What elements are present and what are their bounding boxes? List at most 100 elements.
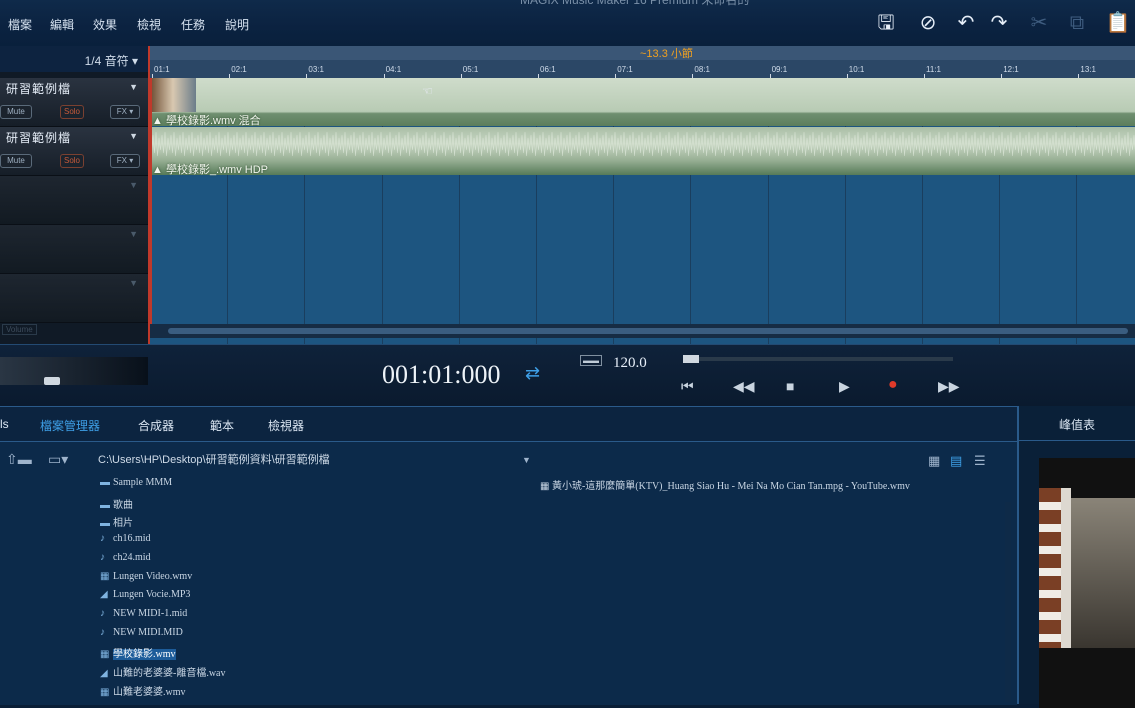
menu-edit[interactable]: 編輯: [50, 16, 74, 33]
list-view-icon[interactable]: ▤: [950, 453, 962, 469]
preview-background: [1071, 498, 1135, 648]
list-item[interactable]: ▦ 山難老婆婆.wmv: [100, 683, 186, 698]
tab-synthesizer[interactable]: 合成器: [138, 417, 174, 434]
list-item[interactable]: ♪ ch16.mid: [100, 533, 151, 544]
list-item[interactable]: ♪ NEW MIDI-1.mid: [100, 608, 187, 619]
tab-viewer[interactable]: 檢視器: [268, 417, 304, 434]
menu-view[interactable]: 檢視: [137, 16, 161, 33]
menu-effects[interactable]: 效果: [93, 16, 117, 33]
record-icon[interactable]: ⊘: [915, 10, 941, 36]
scroll-thumb[interactable]: [168, 328, 1128, 334]
volume-slider[interactable]: [0, 357, 148, 385]
file-name: NEW MIDI.MID: [113, 626, 183, 638]
playhead[interactable]: [150, 78, 152, 324]
chevron-down-icon[interactable]: ▼: [129, 180, 138, 190]
chevron-down-icon[interactable]: ▼: [522, 455, 531, 465]
transport-bar: 001:01:000 ⇄ ▬▬ 120.0 ⏮ ◀◀ ■ ▶ ● ▶▶: [0, 344, 1135, 407]
metronome-icon[interactable]: ▬▬: [580, 355, 602, 366]
video-file-icon: ▦: [100, 686, 110, 698]
timeline-ruler[interactable]: ~13.3 小節 01:1 02:1 03:1 04:1 05:1 06:1 07:1 08:…: [150, 46, 1135, 79]
track-header-5[interactable]: ▼: [0, 274, 148, 323]
list-item[interactable]: ▦ 黃小琥-這那麼簡單(KTV)_Huang Siao Hu - Mei Na …: [540, 477, 910, 492]
fx-button[interactable]: FX ▾: [110, 154, 140, 168]
go-to-start-button[interactable]: ⏮: [681, 378, 694, 395]
volume-slider-thumb[interactable]: [44, 377, 60, 385]
file-name: Sample MMM: [113, 477, 173, 488]
solo-button[interactable]: Solo: [60, 154, 84, 168]
video-clip[interactable]: ▲ 學校錄影.wmv 混合: [150, 78, 1135, 127]
chevron-down-icon[interactable]: ▼: [129, 131, 138, 141]
time-display: 001:01:000: [382, 360, 501, 389]
list-item[interactable]: ♪ ch24.mid: [100, 552, 151, 563]
track-header-1[interactable]: 研習範例檔 ▼ Mute Solo FX ▾: [0, 78, 148, 127]
volume-label[interactable]: Volume: [2, 324, 37, 335]
fx-button[interactable]: FX ▾: [110, 105, 140, 119]
stop-button[interactable]: ■: [786, 378, 794, 394]
file-name: ch24.mid: [113, 551, 151, 563]
rewind-button[interactable]: ◀◀: [733, 378, 755, 395]
track-header-2[interactable]: 研習範例檔 ▼ Mute Solo FX ▾: [0, 127, 148, 176]
measure-count: ~13.3 小節: [640, 48, 693, 60]
list-item[interactable]: ▬ 歌曲: [100, 496, 133, 511]
view-menu-icon[interactable]: ▭▾: [48, 451, 68, 468]
position-slider[interactable]: [683, 355, 953, 363]
grid-view-icon[interactable]: ▦: [928, 453, 940, 469]
paste-icon[interactable]: 📋: [1105, 10, 1131, 36]
menu-tasks[interactable]: 任務: [181, 16, 205, 33]
tab-ls[interactable]: ls: [0, 417, 9, 431]
tab-templates[interactable]: 範本: [210, 417, 234, 434]
mute-button[interactable]: Mute: [0, 105, 32, 119]
copy-icon[interactable]: ⧉: [1064, 10, 1090, 36]
preview-building-stripes: [1039, 488, 1061, 648]
menu-file[interactable]: 檔案: [8, 16, 32, 33]
ruler-tick-label: 06:1: [540, 65, 556, 74]
video-file-icon: ▦: [100, 649, 110, 661]
cut-icon[interactable]: ✂: [1026, 10, 1052, 36]
mute-button[interactable]: Mute: [0, 154, 32, 168]
list-item[interactable]: ▬ 相片: [100, 514, 133, 529]
file-name: 相片: [113, 518, 133, 530]
tab-file-manager[interactable]: 檔案管理器: [40, 417, 100, 434]
media-browser: ls 檔案管理器 合成器 範本 檢視器 ⇧▬ ▭▾ C:\Users\HP\De…: [0, 406, 1017, 705]
chevron-down-icon[interactable]: ▼: [129, 229, 138, 239]
file-name: 山難的老婆婆-離音檔.wav: [113, 668, 226, 679]
save-icon[interactable]: 🖫: [873, 10, 899, 36]
record-button[interactable]: ●: [888, 376, 898, 394]
chevron-down-icon[interactable]: ▼: [129, 278, 138, 288]
ruler-tick-label: 02:1: [231, 65, 247, 74]
track-header-3[interactable]: ▼: [0, 176, 148, 225]
file-name: 山難老婆婆.wmv: [113, 686, 186, 698]
video-file-icon: ▦: [100, 570, 110, 582]
timeline-scrollbar[interactable]: [150, 324, 1135, 338]
quantize-label: 1/4 音符 ▾: [84, 54, 138, 68]
quantize-selector[interactable]: 1/4 音符 ▾: [0, 46, 148, 72]
browser-scrollbar[interactable]: [1005, 502, 1011, 702]
track-header-4[interactable]: ▼: [0, 225, 148, 274]
arrange-timeline[interactable]: ~13.3 小節 01:1 02:1 03:1 04:1 05:1 06:1 07:1 08:…: [150, 46, 1135, 344]
list-item[interactable]: ▬ Sample MMM: [100, 477, 172, 488]
path-field[interactable]: C:\Users\HP\Desktop\研習範例資料\研習範例檔: [98, 451, 330, 467]
play-button[interactable]: ▶: [839, 378, 850, 395]
menu-help[interactable]: 說明: [225, 16, 249, 33]
chevron-down-icon[interactable]: ▼: [129, 82, 138, 92]
list-item[interactable]: ♪ NEW MIDI.MID: [100, 627, 183, 638]
audio-clip[interactable]: ▲ 學校錄影_.wmv HDP: [150, 127, 1135, 176]
ruler-tick-label: 13:1: [1080, 65, 1096, 74]
tempo-value[interactable]: 120.0: [613, 355, 647, 372]
app-title: MAGIX Music Maker 16 Premium 未命名的: [520, 0, 750, 7]
list-item[interactable]: ◢ 山難的老婆婆-離音檔.wav: [100, 664, 226, 679]
loop-icon[interactable]: ⇄: [525, 363, 540, 384]
details-view-icon[interactable]: ☰: [974, 453, 986, 469]
list-item[interactable]: ◢ Lungen Vocie.MP3: [100, 589, 190, 600]
fast-forward-button[interactable]: ▶▶: [938, 378, 960, 395]
undo-icon[interactable]: ↶: [953, 10, 979, 36]
list-item[interactable]: ▦ Lungen Video.wmv: [100, 571, 192, 582]
folder-up-icon[interactable]: ⇧▬: [6, 451, 32, 468]
list-item[interactable]: ▦ 學校錄影.wmv: [100, 645, 176, 661]
solo-button[interactable]: Solo: [60, 105, 84, 119]
ruler-tick-label: 10:1: [848, 65, 865, 74]
ruler-tick-label: 03:1: [308, 65, 324, 74]
position-slider-thumb[interactable]: [683, 355, 699, 363]
track-headers: 1/4 音符 ▾ 研習範例檔 ▼ Mute Solo FX ▾ 研習範例檔 ▼ …: [0, 46, 150, 344]
redo-icon[interactable]: ↷: [986, 10, 1012, 36]
